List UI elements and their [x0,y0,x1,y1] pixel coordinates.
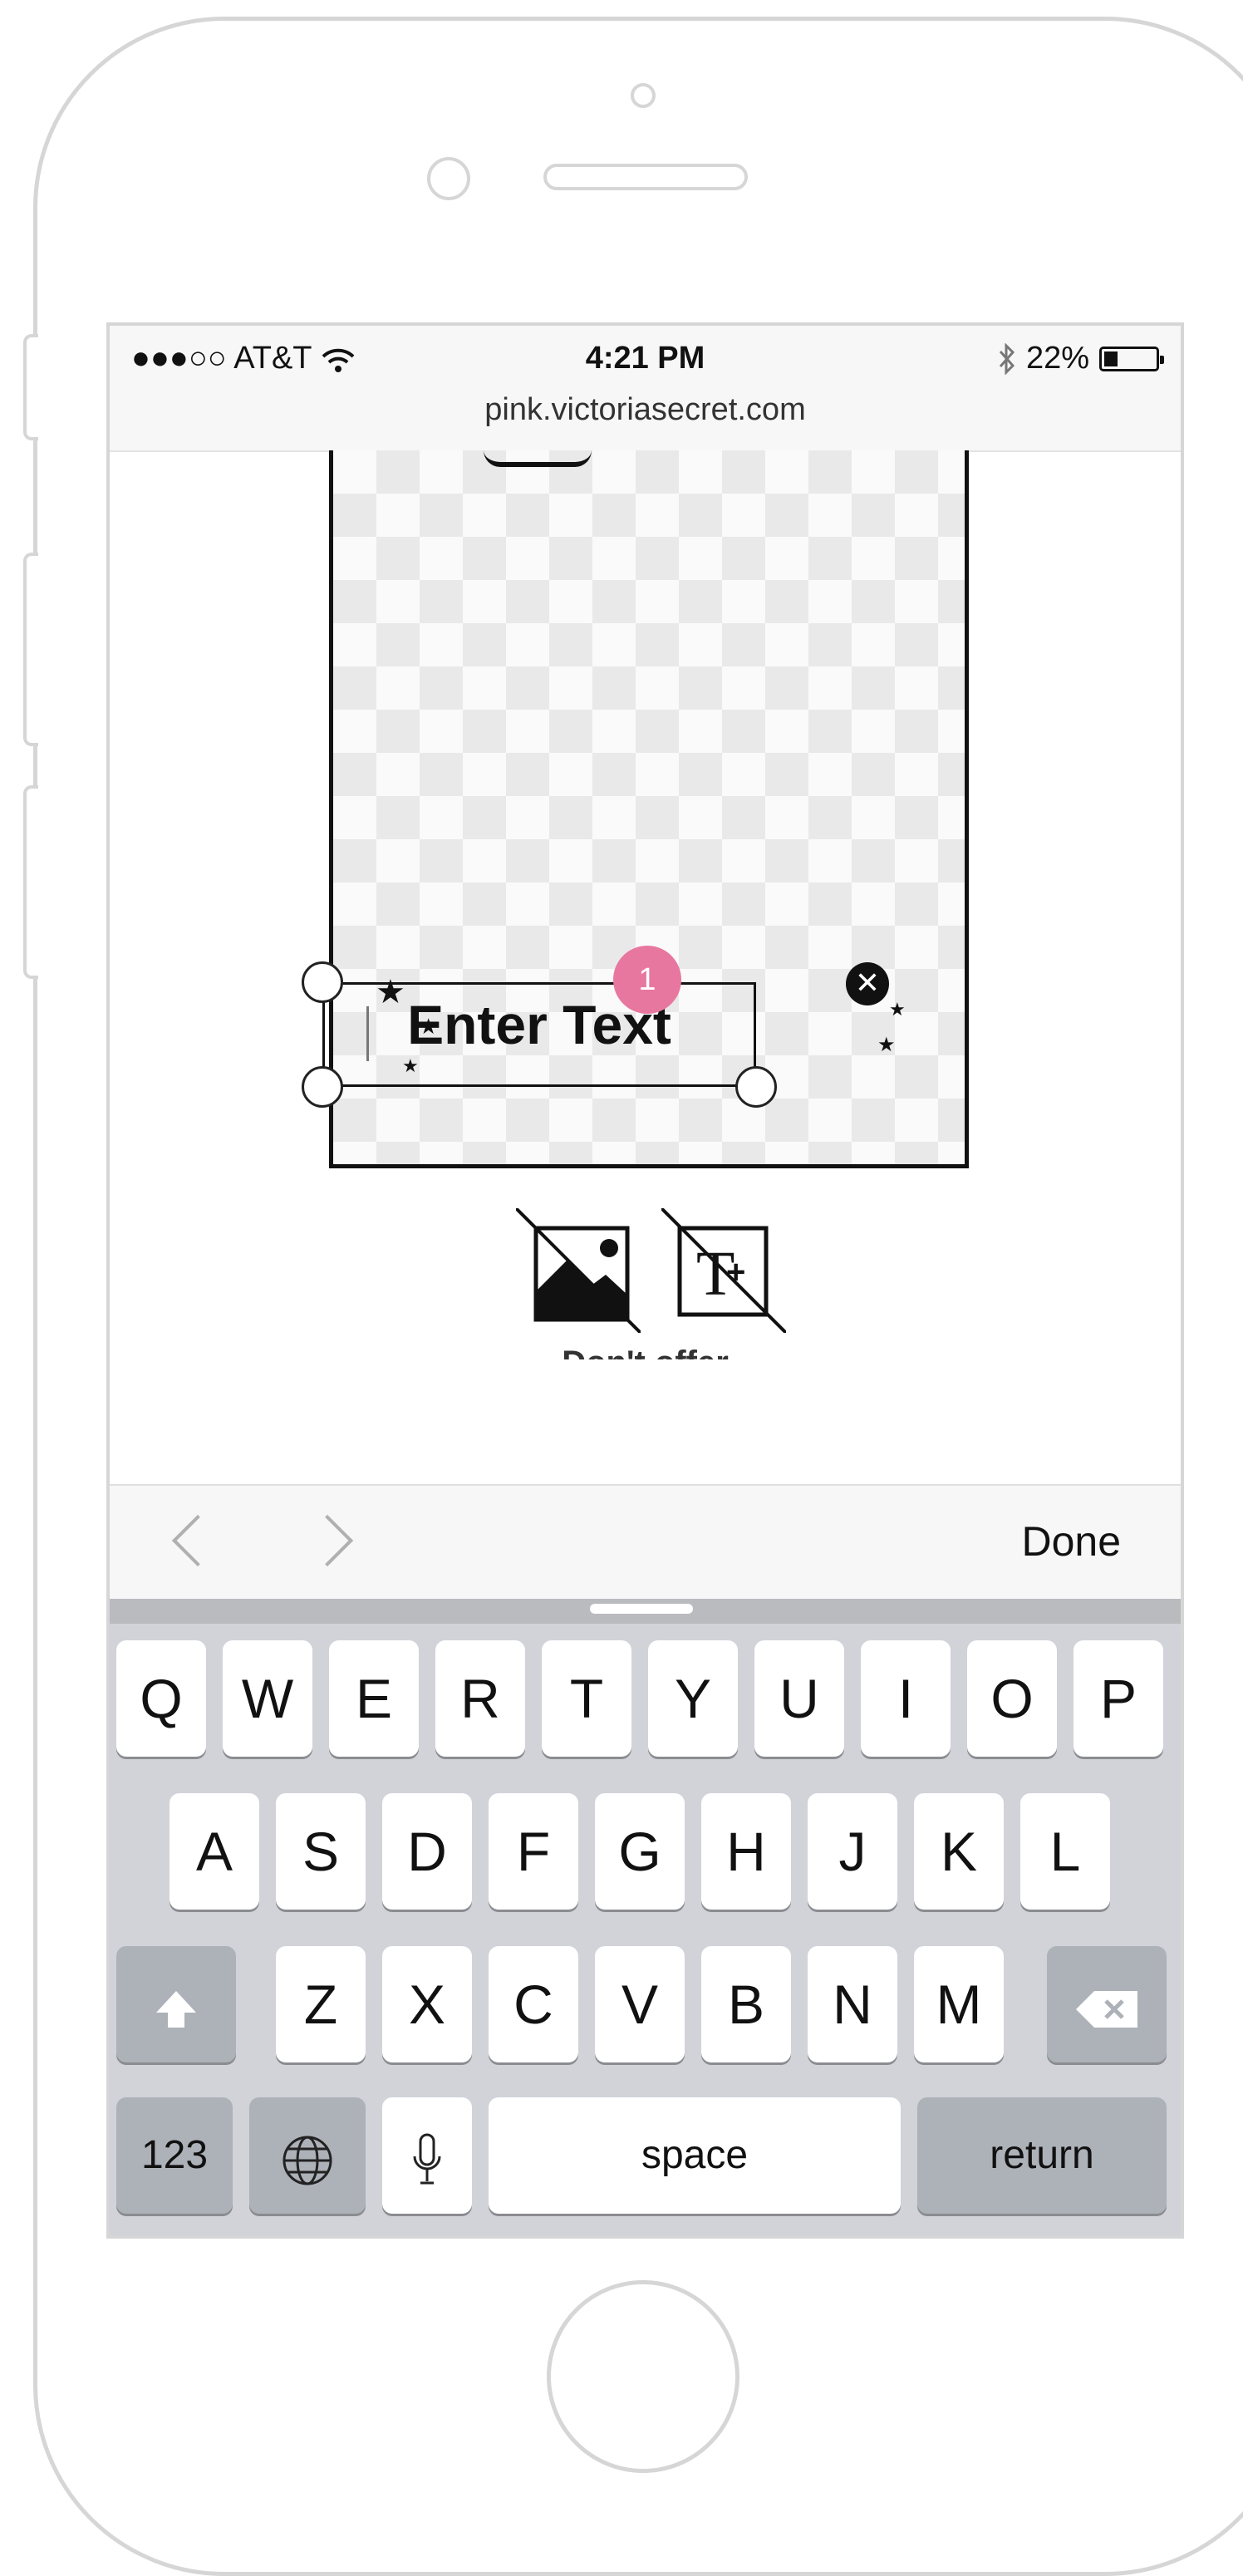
key-l[interactable]: L [1020,1793,1110,1910]
key-q[interactable]: Q [116,1640,206,1757]
front-camera [631,83,656,108]
next-field-button[interactable] [301,1514,354,1567]
key-v[interactable]: V [595,1946,685,2062]
key-g[interactable]: G [595,1793,685,1910]
numbers-key[interactable]: 123 [116,2097,233,2214]
star-decoration: ★ [877,1034,896,1056]
text-layer-box[interactable]: Enter Text [322,982,756,1087]
resize-handle-bottom-left[interactable] [302,1066,343,1108]
battery-percent: 22% [1025,341,1089,376]
delete-key[interactable] [1047,1946,1167,2062]
key-w[interactable]: W [223,1640,312,1757]
earpiece-speaker [543,164,748,190]
status-bar: ●●●○○ AT&T 4:21 PM 22% pink.victoriasecr… [110,326,1181,452]
key-h[interactable]: H [701,1793,791,1910]
key-b[interactable]: B [701,1946,791,2062]
add-image-icon [514,1207,642,1335]
key-d[interactable]: D [382,1793,472,1910]
key-x[interactable]: X [382,1946,472,2062]
resize-handle-bottom-right[interactable] [735,1066,777,1108]
key-j[interactable]: J [808,1793,897,1910]
delete-layer-button[interactable]: ✕ [846,962,889,1005]
keyboard: Q W E R T Y U I O P A S D F G H J K L Z … [110,1599,1181,2235]
key-i[interactable]: I [861,1640,951,1757]
key-e[interactable]: E [329,1640,419,1757]
key-p[interactable]: P [1074,1640,1163,1757]
key-r[interactable]: R [435,1640,525,1757]
battery-icon [1099,346,1164,371]
key-z[interactable]: Z [276,1946,366,2062]
keyboard-grabber [590,1604,693,1614]
address-bar-url[interactable]: pink.victoriasecret.com [110,392,1181,428]
home-button[interactable] [547,2280,739,2473]
close-icon: ✕ [854,966,881,1000]
key-y[interactable]: Y [648,1640,738,1757]
key-f[interactable]: F [489,1793,578,1910]
step-badge: 1 [613,946,681,1014]
done-button[interactable]: Done [1021,1517,1121,1566]
shift-icon [156,1990,196,2028]
backspace-icon [1076,1990,1137,2028]
shift-key[interactable] [116,1946,236,2062]
key-a[interactable]: A [170,1793,259,1910]
star-decoration: ★ [889,999,906,1020]
add-text-icon: T + [660,1207,788,1335]
key-t[interactable]: T [542,1640,631,1757]
resize-handle-top-left[interactable] [302,961,343,1003]
key-n[interactable]: N [808,1946,897,2062]
previous-field-button[interactable] [171,1514,224,1567]
proximity-sensor [427,157,470,200]
add-image-button[interactable] [514,1207,642,1335]
globe-key[interactable] [249,2097,366,2214]
globe-icon [282,2136,332,2185]
volume-up-button [23,553,38,746]
volume-down-button [23,785,38,979]
side-switch [23,334,38,440]
space-key[interactable]: space [489,2097,901,2214]
microphone-icon [413,2133,441,2185]
return-key[interactable]: return [917,2097,1167,2214]
bluetooth-icon [999,342,1015,375]
key-c[interactable]: C [489,1946,578,2062]
keyboard-accessory-bar: Done [110,1484,1181,1599]
dictation-key[interactable] [382,2097,472,2214]
key-k[interactable]: K [914,1793,1004,1910]
key-o[interactable]: O [967,1640,1057,1757]
key-s[interactable]: S [276,1793,366,1910]
screen: ●●●○○ AT&T 4:21 PM 22% pink.victoriasecr… [106,322,1184,2239]
partially-hidden-text: Don't offer [110,1349,1181,1359]
text-layer-input[interactable]: Enter Text [325,993,754,1056]
garment-neckline [484,450,592,467]
key-m[interactable]: M [914,1946,1004,2062]
status-right: 22% [998,341,1164,376]
key-u[interactable]: U [754,1640,844,1757]
add-text-button[interactable]: T + [660,1207,788,1335]
